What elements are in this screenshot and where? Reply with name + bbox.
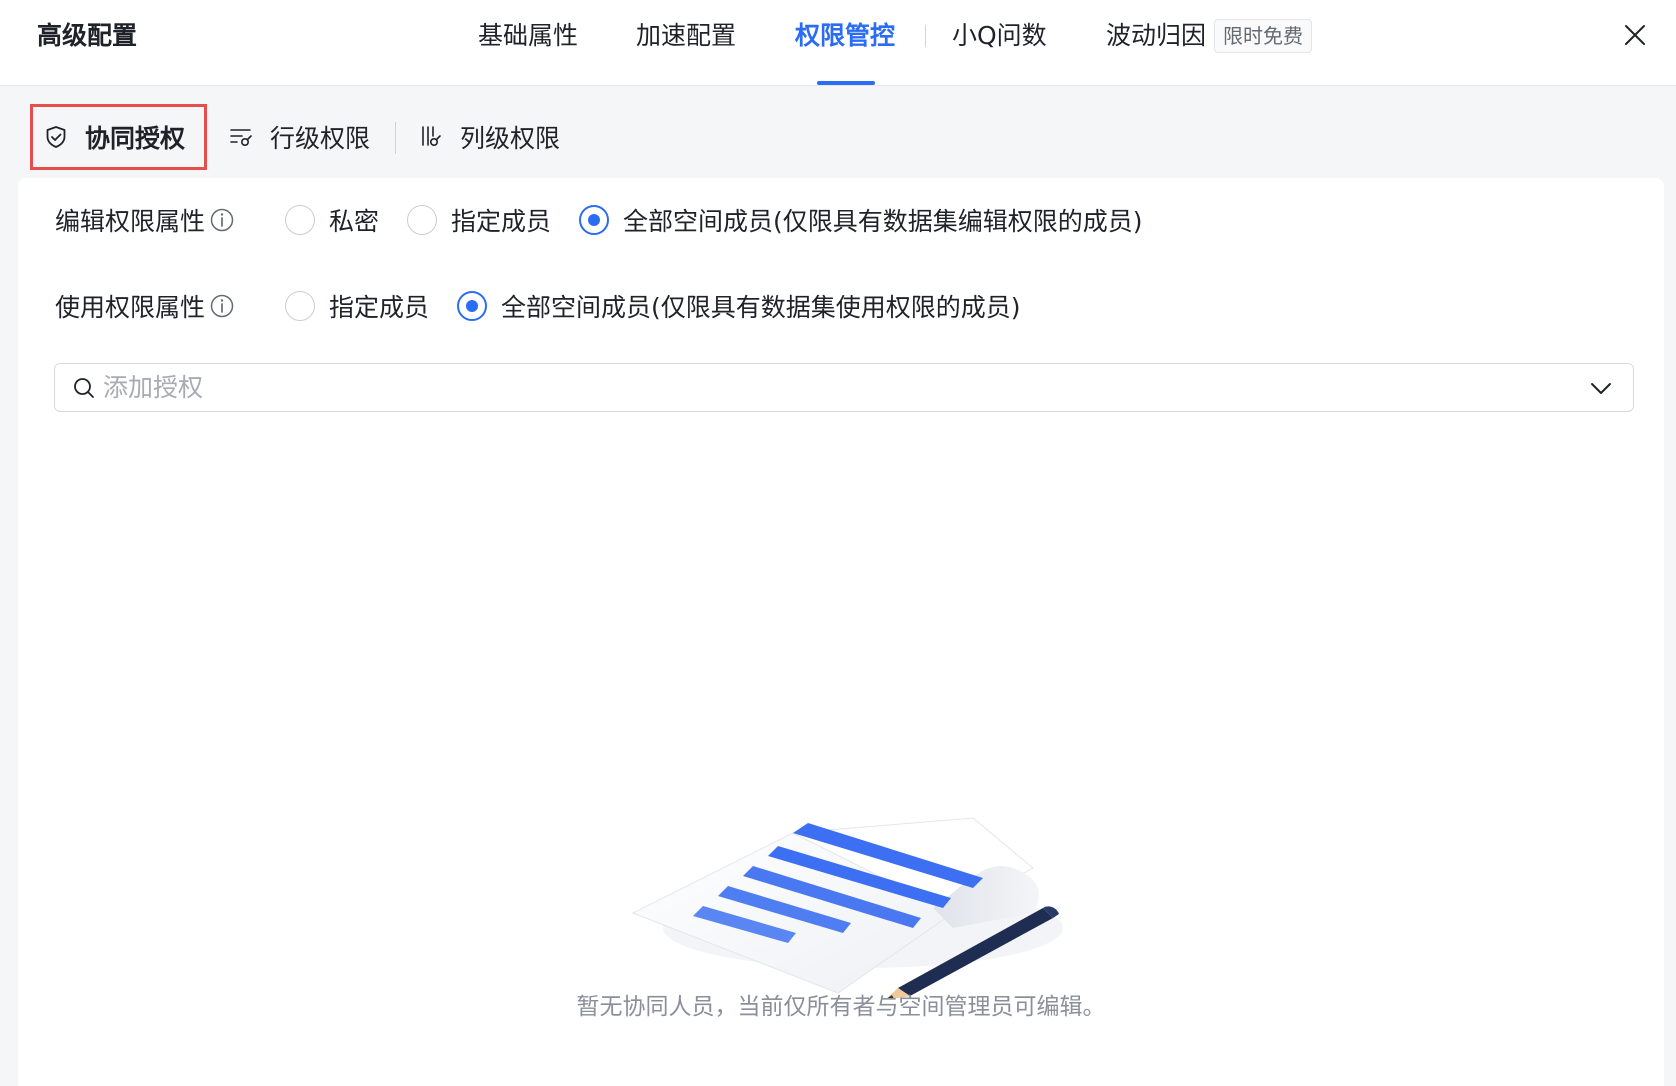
- radio-label: 全部空间成员(仅限具有数据集使用权限的成员): [501, 293, 1021, 322]
- radio-label: 私密: [329, 207, 380, 236]
- collaborative-auth-panel: 编辑权限属性 私密 指定成员 全部空间成员(仅限具有数据集编辑权限的成员) 使用…: [18, 178, 1664, 1086]
- radio-button-checked[interactable]: [579, 205, 610, 235]
- use-permission-label-text: 使用权限属性: [55, 293, 206, 322]
- radio-button-checked[interactable]: [457, 291, 488, 321]
- empty-state-message: 暂无协同人员，当前仅所有者与空间管理员可编辑。: [576, 994, 1106, 1020]
- radio-button[interactable]: [285, 205, 315, 235]
- subtab-column-permission[interactable]: 列级权限: [418, 104, 560, 170]
- subtab-label: 行级权限: [270, 124, 371, 153]
- active-tab-indicator: [817, 81, 875, 85]
- radio-button[interactable]: [407, 205, 438, 235]
- search-icon: [71, 375, 97, 401]
- edit-radio-private[interactable]: 私密: [285, 202, 379, 238]
- info-icon[interactable]: [209, 207, 235, 233]
- edit-permission-row: 编辑权限属性 私密 指定成员 全部空间成员(仅限具有数据集编辑权限的成员): [55, 200, 1171, 240]
- edit-radio-specified-members[interactable]: 指定成员: [407, 202, 551, 238]
- info-icon[interactable]: [209, 293, 235, 319]
- close-button[interactable]: [1620, 20, 1650, 50]
- subtab-divider: [395, 122, 396, 154]
- use-radio-specified-members[interactable]: 指定成员: [285, 288, 429, 324]
- radio-label: 全部空间成员(仅限具有数据集编辑权限的成员): [623, 207, 1143, 236]
- subtab-label: 列级权限: [460, 124, 561, 153]
- promo-badge: 限时免费: [1214, 19, 1312, 53]
- document-pencil-icon: [631, 817, 1063, 1000]
- row-filter-icon: [228, 124, 254, 150]
- radio-label: 指定成员: [329, 293, 430, 322]
- column-filter-icon: [418, 124, 444, 150]
- edit-permission-label: 编辑权限属性: [55, 202, 285, 238]
- subtab-collaborative-auth[interactable]: 协同授权: [30, 104, 207, 170]
- dialog-title: 高级配置: [37, 21, 138, 50]
- add-authorization-select[interactable]: [54, 363, 1634, 412]
- shield-icon: [43, 124, 69, 150]
- edit-radio-all-space-members[interactable]: 全部空间成员(仅限具有数据集编辑权限的成员): [579, 202, 1143, 238]
- radio-button[interactable]: [285, 291, 315, 321]
- add-authorization-input[interactable]: [103, 367, 1587, 408]
- tab-basic-properties[interactable]: 基础属性: [478, 18, 578, 54]
- use-radio-all-space-members[interactable]: 全部空间成员(仅限具有数据集使用权限的成员): [457, 288, 1021, 324]
- subtab-label: 协同授权: [85, 124, 186, 153]
- tab-acceleration-config[interactable]: 加速配置: [636, 18, 736, 54]
- chevron-down-icon[interactable]: [1587, 374, 1615, 402]
- dialog-header: 高级配置 基础属性 加速配置 权限管控 小Q问数 波动归因 限时免费: [0, 0, 1676, 86]
- close-icon: [1625, 25, 1645, 45]
- radio-label: 指定成员: [451, 207, 552, 236]
- tab-divider: [925, 25, 926, 47]
- tab-xiaoq-query[interactable]: 小Q问数: [952, 18, 1047, 54]
- use-permission-row: 使用权限属性 指定成员 全部空间成员(仅限具有数据集使用权限的成员): [55, 286, 1049, 326]
- use-permission-label: 使用权限属性: [55, 288, 285, 324]
- empty-state-illustration: [613, 738, 1113, 1000]
- edit-permission-label-text: 编辑权限属性: [55, 207, 206, 236]
- tab-fluctuation-attribution[interactable]: 波动归因: [1106, 18, 1206, 54]
- subtab-row-permission[interactable]: 行级权限: [228, 104, 370, 170]
- tab-permission-control[interactable]: 权限管控: [795, 18, 895, 54]
